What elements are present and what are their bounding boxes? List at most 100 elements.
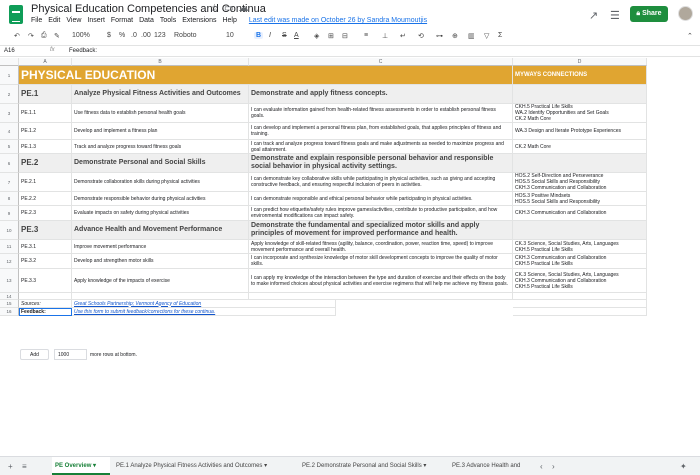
cell-d[interactable]: [513, 300, 647, 308]
wrap-icon[interactable]: ↵: [400, 32, 406, 40]
menu-format[interactable]: Format: [111, 17, 133, 24]
sheet-title[interactable]: PHYSICAL EDUCATION: [19, 66, 513, 85]
menu-insert[interactable]: Insert: [87, 17, 105, 24]
cell-d[interactable]: CK.3 Science, Social Studies, Arts, Lang…: [513, 269, 647, 293]
cell-b[interactable]: Develop and strengthen motor skills: [72, 254, 249, 269]
cell-a[interactable]: PE.2.3: [19, 206, 72, 221]
italic-button[interactable]: I: [269, 32, 271, 39]
row-number[interactable]: 8: [0, 192, 19, 206]
cell-d[interactable]: [513, 293, 647, 300]
row-number[interactable]: 14: [0, 293, 19, 300]
valign-icon[interactable]: ⊥: [382, 32, 388, 40]
cell-d[interactable]: [513, 154, 647, 173]
currency-button[interactable]: $: [107, 32, 111, 39]
row-number[interactable]: 6: [0, 154, 19, 173]
tab-pe3[interactable]: PE.3 Advance Health and: [449, 457, 531, 475]
merge-icon[interactable]: ⊟: [342, 32, 348, 40]
paint-format-icon[interactable]: ✎: [54, 32, 60, 40]
cell-c[interactable]: I can incorporate and synthesize knowled…: [249, 254, 513, 269]
row-number[interactable]: 10: [0, 221, 19, 240]
column-header-d[interactable]: D: [513, 58, 647, 66]
cell-c[interactable]: I can demonstrate responsible and ethica…: [249, 192, 513, 206]
cell-c[interactable]: Apply knowledge of skill-related fitness…: [249, 240, 513, 254]
cell-a[interactable]: PE.3.3: [19, 269, 72, 293]
cell-c[interactable]: I can evaluate information gained from h…: [249, 104, 513, 123]
cell-b[interactable]: Great Schools Partnership; Vermont Agenc…: [72, 300, 336, 308]
cell-b[interactable]: Use fitness data to establish personal h…: [72, 104, 249, 123]
cell-d[interactable]: CKH.3 Communication and Collaboration CK…: [513, 254, 647, 269]
align-icon[interactable]: ≡: [364, 32, 368, 39]
row-number[interactable]: 13: [0, 269, 19, 293]
increase-decimal-button[interactable]: .00: [141, 32, 151, 39]
menu-edit[interactable]: Edit: [48, 17, 60, 24]
zoom-select[interactable]: 100%: [72, 32, 90, 39]
cell-a[interactable]: [19, 293, 72, 300]
more-formats-select[interactable]: 123: [154, 32, 166, 39]
add-rows-button[interactable]: Add: [20, 349, 49, 360]
row-number[interactable]: 7: [0, 173, 19, 192]
cell-d[interactable]: CK.3 Science, Social Studies, Arts, Lang…: [513, 240, 647, 254]
comment-icon[interactable]: ☰: [610, 9, 620, 22]
bold-button[interactable]: B: [254, 32, 264, 39]
myways-header[interactable]: MYWAYS CONNECTIONS: [513, 66, 647, 85]
menu-view[interactable]: View: [66, 17, 81, 24]
filter-icon[interactable]: ▽: [484, 32, 489, 40]
cell-c[interactable]: I can predict how etiquette/safety rules…: [249, 206, 513, 221]
scroll-tabs-right-icon[interactable]: ›: [552, 462, 555, 471]
comment-add-icon[interactable]: ⊕: [452, 32, 458, 40]
cell-a[interactable]: PE.1: [19, 85, 72, 104]
row-number[interactable]: 3: [0, 104, 19, 123]
cell-c[interactable]: I can track and analyze progress toward …: [249, 140, 513, 154]
cell-d[interactable]: [513, 221, 647, 240]
add-rows-count-input[interactable]: 1000: [54, 349, 87, 360]
row-number[interactable]: 4: [0, 123, 19, 140]
fill-color-icon[interactable]: ◈: [314, 32, 319, 40]
row-number[interactable]: 1: [0, 66, 19, 85]
avatar[interactable]: [678, 6, 693, 21]
formula-input[interactable]: Feedback:: [69, 48, 97, 54]
cell-a[interactable]: PE.2.2: [19, 192, 72, 206]
cell-d[interactable]: HOS.3 Positive Mindsets HOS.5 Social Ski…: [513, 192, 647, 206]
cell-b[interactable]: Use this form to submit feedback/correct…: [72, 308, 336, 316]
row-number[interactable]: 11: [0, 240, 19, 254]
trend-icon[interactable]: ↗: [589, 9, 598, 22]
cell-d[interactable]: [513, 85, 647, 104]
cell-b[interactable]: Track and analyze progress toward fitnes…: [72, 140, 249, 154]
cell-a[interactable]: PE.1.2: [19, 123, 72, 140]
last-edit-link[interactable]: Last edit was made on October 26 by Sand…: [249, 17, 427, 24]
font-select[interactable]: Roboto: [174, 32, 197, 39]
cell-b[interactable]: Evaluate impacts on safety during physic…: [72, 206, 249, 221]
row-number[interactable]: 12: [0, 254, 19, 269]
cell-c[interactable]: [249, 293, 513, 300]
text-color-button[interactable]: A: [294, 32, 299, 39]
scroll-tabs-left-icon[interactable]: ‹: [540, 462, 543, 471]
cell-a[interactable]: Sources:: [19, 300, 72, 308]
cell-b[interactable]: Improve movement performance: [72, 240, 249, 254]
cell-c[interactable]: I can demonstrate key collaborative skil…: [249, 173, 513, 192]
cell-b[interactable]: [72, 293, 249, 300]
menu-tools[interactable]: Tools: [160, 17, 176, 24]
cell-c[interactable]: I can develop and implement a personal f…: [249, 123, 513, 140]
cell-b[interactable]: Demonstrate responsible behavior during …: [72, 192, 249, 206]
name-box[interactable]: A16: [4, 48, 15, 54]
cell-c[interactable]: I can apply my knowledge of the interact…: [249, 269, 513, 293]
menu-data[interactable]: Data: [139, 17, 154, 24]
add-sheet-icon[interactable]: +: [8, 462, 13, 471]
row-number[interactable]: 2: [0, 85, 19, 104]
strikethrough-button[interactable]: S: [282, 32, 287, 39]
cell-d[interactable]: CKH.5 Practical Life Skills WA.2 Identif…: [513, 104, 647, 123]
rotate-icon[interactable]: ⟲: [418, 32, 424, 40]
column-header-a[interactable]: A: [19, 58, 72, 66]
cloud-icon[interactable]: ☁: [238, 3, 253, 14]
cell-a[interactable]: PE.1.1: [19, 104, 72, 123]
menu-file[interactable]: File: [31, 17, 42, 24]
cell-b[interactable]: Demonstrate collaboration skills during …: [72, 173, 249, 192]
folder-icon[interactable]: ▭: [224, 3, 238, 14]
select-all-corner[interactable]: [0, 58, 19, 66]
sheets-logo-icon[interactable]: [9, 5, 23, 24]
tab-pe2[interactable]: PE.2 Demonstrate Personal and Social Ski…: [299, 457, 446, 475]
cell-b[interactable]: Develop and implement a fitness plan: [72, 123, 249, 140]
cell-b[interactable]: Analyze Physical Fitness Activities and …: [72, 85, 249, 104]
row-number[interactable]: 16: [0, 308, 19, 316]
chart-icon[interactable]: ▥: [468, 32, 475, 40]
